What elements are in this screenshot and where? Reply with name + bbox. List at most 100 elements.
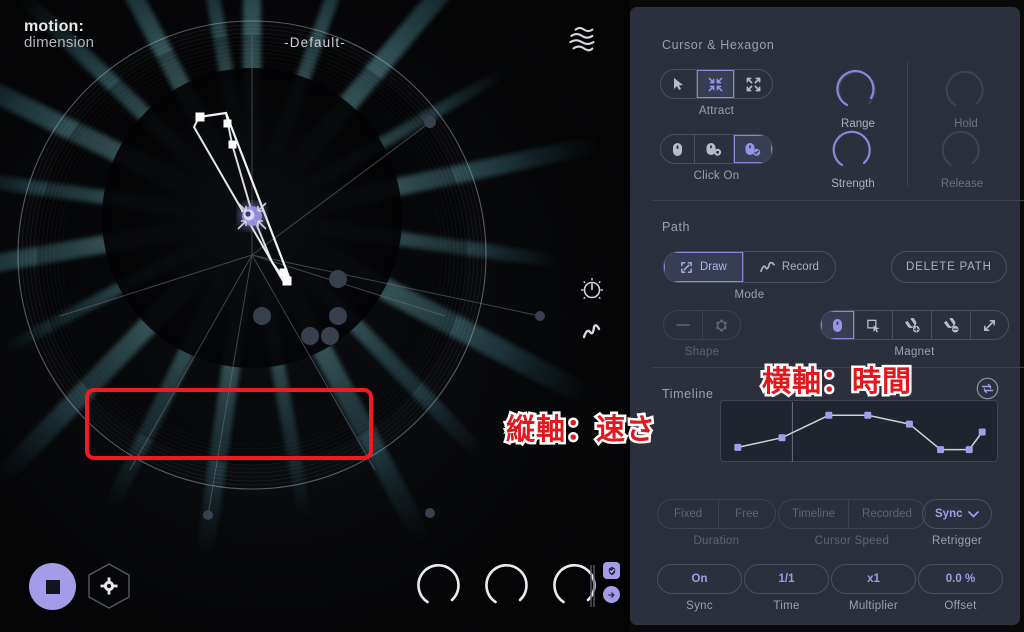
knob-1[interactable] — [413, 560, 465, 612]
hold-knob-dial[interactable] — [943, 67, 989, 113]
click-on-options[interactable] — [660, 134, 773, 164]
arrow-right-icon[interactable] — [603, 586, 620, 603]
strength-knob-dial[interactable] — [830, 127, 876, 173]
shape-option-line[interactable] — [664, 311, 703, 339]
mode-options[interactable]: Draw Record — [663, 251, 836, 283]
shape-option-polygon[interactable] — [703, 311, 740, 339]
cursor-speed-option-recorded[interactable]: Recorded — [849, 500, 925, 528]
click-on-option-mouse-gear[interactable] — [695, 135, 734, 163]
timeline-point[interactable] — [978, 428, 986, 436]
magnet-option-select-box[interactable] — [855, 311, 893, 339]
knob-hold[interactable]: Hold — [943, 67, 989, 130]
settings-hexagon-button[interactable] — [84, 561, 134, 611]
time-value[interactable]: 1/1 — [744, 564, 829, 594]
mode-option-draw[interactable]: Draw — [664, 252, 744, 282]
path-mode-group[interactable]: Draw Record Mode — [663, 251, 836, 301]
timeline-point[interactable] — [965, 446, 973, 454]
timeline-point[interactable] — [825, 411, 833, 419]
multiplier-value[interactable]: x1 — [831, 564, 916, 594]
loop-icon[interactable] — [976, 377, 999, 400]
magnet-label: Magnet — [894, 346, 935, 358]
attract-options[interactable] — [660, 69, 773, 99]
param-sync[interactable]: On Sync — [657, 564, 742, 612]
magnet-option-add[interactable] — [893, 311, 932, 339]
magnet-option-remove[interactable] — [932, 311, 971, 339]
shape-options[interactable] — [663, 310, 741, 340]
shield-check-icon[interactable] — [603, 562, 620, 579]
magnet-group[interactable]: Magnet — [820, 310, 1009, 358]
delete-path-button[interactable]: DELETE PATH — [891, 251, 1007, 283]
attract-option-pointer[interactable] — [661, 70, 697, 98]
cursor-speed-group[interactable]: Timeline Recorded Cursor Speed — [778, 499, 926, 547]
offset-label: Offset — [944, 600, 977, 612]
stop-button[interactable] — [29, 563, 76, 610]
magnet-option-mouse[interactable] — [821, 311, 855, 339]
divider — [590, 565, 595, 607]
range-knob-dial[interactable] — [835, 67, 881, 113]
offset-value[interactable]: 0.0 % — [918, 564, 1003, 594]
logo-line-1: motion: — [24, 18, 85, 35]
bottom-knob-row[interactable] — [413, 560, 601, 612]
magnet-option-expand[interactable] — [971, 311, 1008, 339]
duration-option-fixed[interactable]: Fixed — [658, 500, 720, 528]
click-on-option-mouse-check[interactable] — [734, 135, 772, 163]
timeline-curve[interactable] — [721, 401, 999, 463]
plugin-window: motion: dimension -Default- Cursor & Hex… — [0, 0, 1024, 632]
chevron-down-icon — [968, 510, 979, 517]
annotation-x-axis: 横軸：時間 — [759, 364, 913, 401]
release-knob-dial[interactable] — [939, 127, 985, 173]
knob-range[interactable]: Range — [835, 67, 881, 130]
motion-visualizer[interactable]: motion: dimension -Default- — [0, 0, 630, 632]
attract-group[interactable]: Attract — [660, 69, 773, 117]
wave-circle-icon[interactable] — [563, 18, 605, 60]
attract-option-expand[interactable] — [735, 70, 772, 98]
timeline-speed-graph[interactable] — [720, 400, 998, 462]
sync-value[interactable]: On — [657, 564, 742, 594]
squiggle-record-icon[interactable] — [577, 315, 607, 345]
timeline-point[interactable] — [905, 420, 913, 428]
retrigger-dropdown[interactable]: Sync — [922, 499, 992, 529]
mode-option-draw-label: Draw — [700, 261, 727, 273]
magnet-add-icon — [904, 317, 920, 332]
cursor-speed-option-timeline[interactable]: Timeline — [779, 500, 850, 528]
preset-name[interactable]: -Default- — [0, 35, 630, 50]
magnet-remove-icon — [943, 317, 959, 332]
shape-group[interactable]: Shape — [663, 310, 741, 358]
duration-label: Duration — [693, 535, 740, 547]
duration-group[interactable]: Fixed Free Duration — [657, 499, 776, 547]
strength-knob-label: Strength — [831, 178, 875, 190]
annotation-y-axis: 縦軸：速さ — [503, 412, 657, 449]
knob-strength[interactable]: Strength — [830, 127, 876, 190]
line-shape-icon — [676, 324, 690, 326]
magnet-options[interactable] — [820, 310, 1009, 340]
retrigger-group[interactable]: Sync Retrigger — [922, 499, 992, 547]
attract-option-attract[interactable] — [697, 70, 735, 98]
polygon-shape-icon — [716, 318, 727, 332]
multiplier-label: Multiplier — [848, 600, 898, 612]
timeline-point[interactable] — [734, 443, 742, 451]
click-on-group[interactable]: Click On — [660, 134, 773, 182]
duration-options[interactable]: Fixed Free — [657, 499, 776, 529]
release-knob-label: Release — [940, 178, 984, 190]
draw-icon — [681, 261, 692, 273]
badge-column[interactable] — [603, 562, 620, 603]
param-multiplier[interactable]: x1 Multiplier — [831, 564, 916, 612]
timeline-point[interactable] — [778, 434, 786, 442]
knob-2[interactable] — [481, 560, 533, 612]
click-on-option-mouse[interactable] — [661, 135, 695, 163]
duration-option-free[interactable]: Free — [719, 500, 775, 528]
param-offset[interactable]: 0.0 % Offset — [918, 564, 1003, 612]
cursor-speed-label: Cursor Speed — [814, 535, 890, 547]
mode-option-record-label: Record — [781, 261, 819, 273]
param-time[interactable]: 1/1 Time — [744, 564, 829, 612]
mouse-icon — [833, 318, 842, 332]
knob-release[interactable]: Release — [939, 127, 985, 190]
timeline-point[interactable] — [937, 446, 945, 454]
mode-option-record[interactable]: Record — [744, 252, 835, 282]
section-divider-1 — [652, 200, 1024, 201]
timeline-point[interactable] — [864, 411, 872, 419]
knob-icon[interactable] — [577, 275, 607, 305]
cursor-speed-options[interactable]: Timeline Recorded — [778, 499, 926, 529]
mouse-gear-icon — [706, 142, 722, 156]
retrigger-label: Retrigger — [932, 535, 982, 547]
